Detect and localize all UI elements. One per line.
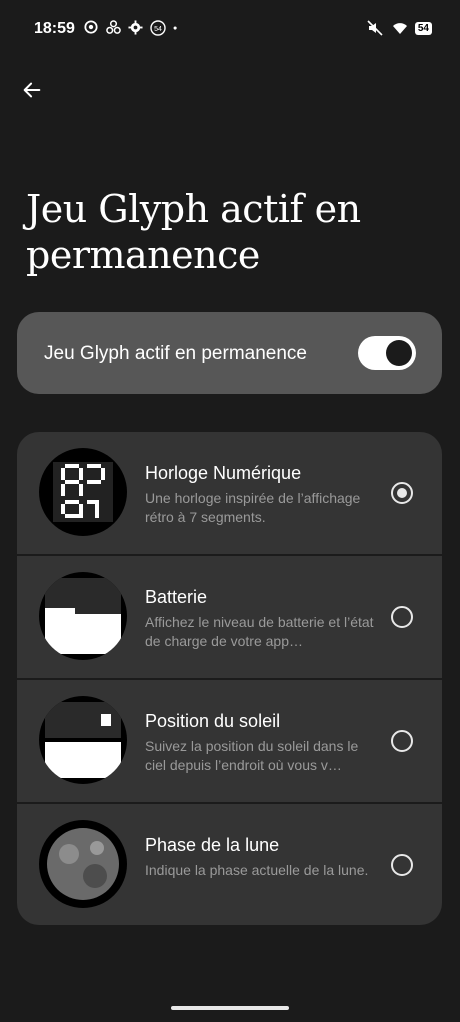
svg-text:54: 54 [154, 26, 162, 33]
list-item-soleil[interactable]: Position du soleil Suivez la position du… [17, 680, 442, 802]
radio-lune[interactable] [391, 854, 413, 876]
gear-icon [128, 20, 144, 36]
horloge-thumbnail [39, 448, 127, 536]
soleil-thumbnail [39, 696, 127, 784]
badge-54-icon: 54 [150, 20, 166, 36]
item-description: Affichez le niveau de batterie et l’état… [145, 614, 374, 649]
fan-icon [106, 20, 122, 36]
radio-horloge[interactable] [391, 482, 413, 504]
list-item-horloge[interactable]: Horloge Numérique Une horloge inspirée d… [17, 432, 442, 554]
item-description: Suivez la position du soleil dans le cie… [145, 738, 359, 773]
item-title: Horloge Numérique [145, 463, 302, 483]
back-button[interactable] [16, 74, 48, 106]
item-title: Position du soleil [145, 711, 281, 731]
always-on-toggle[interactable] [358, 336, 416, 370]
wifi-icon [391, 20, 407, 36]
status-bar: 18:59 54 54 [0, 0, 460, 60]
radio-batterie[interactable] [391, 606, 413, 628]
toggle-label: Jeu Glyph actif en permanence [44, 343, 307, 364]
always-on-toggle-row[interactable]: Jeu Glyph actif en permanence [17, 312, 442, 394]
item-description: Une horloge inspirée de l’affichage rétr… [145, 490, 361, 525]
radio-soleil[interactable] [391, 730, 413, 752]
batterie-thumbnail [39, 572, 127, 660]
glyph-game-list: Horloge Numérique Une horloge inspirée d… [17, 432, 442, 925]
battery-icon: 54 [414, 21, 432, 35]
mute-icon [367, 20, 383, 36]
arrow-left-icon [23, 82, 41, 98]
home-indicator[interactable] [171, 1006, 289, 1010]
status-icons-right: 54 [367, 20, 432, 36]
lune-thumbnail [39, 820, 127, 908]
chrome-icon [84, 20, 100, 36]
page-title: Jeu Glyph actif en permanence [26, 187, 361, 277]
item-title: Phase de la lune [145, 835, 280, 855]
item-description: Indique la phase actuelle de la lune. [145, 862, 369, 878]
item-title: Batterie [145, 587, 208, 607]
status-time: 18:59 [34, 20, 75, 37]
status-icons-left: 54 [84, 20, 188, 36]
list-item-batterie[interactable]: Batterie Affichez le niveau de batterie … [17, 556, 442, 678]
dot-icon [172, 20, 188, 36]
toggle-knob [386, 340, 412, 366]
list-item-lune[interactable]: Phase de la lune Indique la phase actuel… [17, 804, 442, 925]
